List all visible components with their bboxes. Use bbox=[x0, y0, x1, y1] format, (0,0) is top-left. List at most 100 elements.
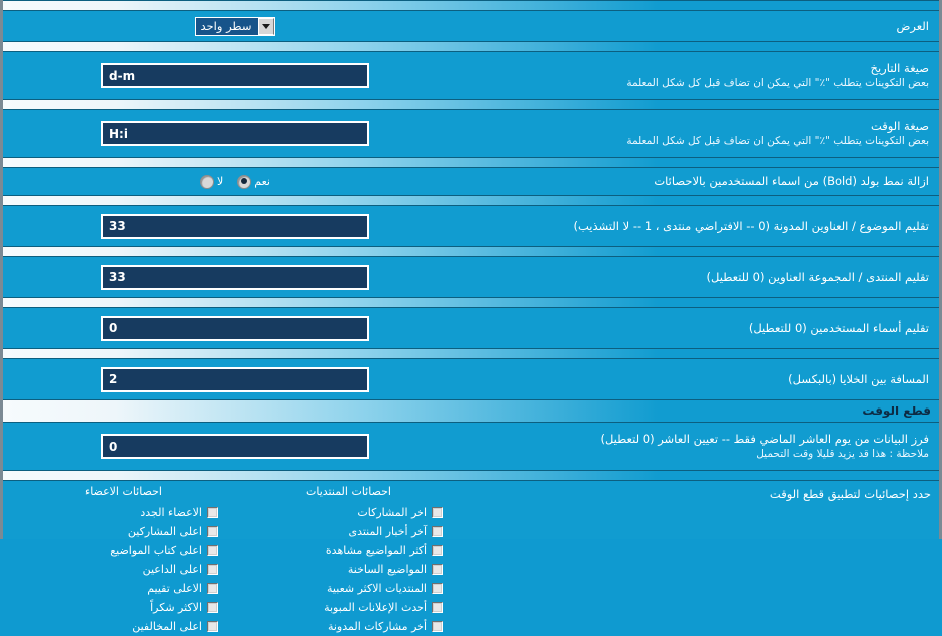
checkbox-row[interactable]: الاعضاء الجدد bbox=[11, 503, 236, 522]
cutoff-section-header: قطع الوقت bbox=[3, 399, 939, 423]
separator-8 bbox=[3, 470, 939, 481]
username-trim-input[interactable] bbox=[101, 315, 369, 341]
time-format-label: صيغة الوقت bbox=[870, 118, 929, 133]
checkbox-row[interactable]: أحدث الإعلانات المبوبة bbox=[236, 598, 461, 617]
cellspacing-control bbox=[11, 366, 459, 392]
checkbox-row[interactable]: اعلى المشاركين bbox=[11, 522, 236, 541]
checkbox-label: آخر أخبار المنتدى bbox=[348, 525, 427, 538]
separator-5 bbox=[3, 246, 939, 257]
checkbox-label: أحدث الإعلانات المبوبة bbox=[324, 601, 427, 614]
time-format-row: صيغة الوقت بعض التكوينات يتطلب "٪" التي … bbox=[3, 110, 939, 157]
checkbox-icon[interactable] bbox=[432, 507, 443, 518]
display-mode-select[interactable]: سطر واحد bbox=[194, 16, 276, 36]
stats-section: حدد إحصائيات لتطبيق قطع الوقت احصائات ال… bbox=[3, 481, 939, 636]
topic-trim-labels: تقليم الموضوع / العناوين المدونة (0 -- ا… bbox=[459, 218, 931, 235]
checkbox-row[interactable]: الاعلى تقييم bbox=[11, 579, 236, 598]
checkbox-label: اعلى المخالفين bbox=[132, 620, 202, 633]
remove-bold-label: ازالة نمط بولد (Bold) من اسماء المستخدمي… bbox=[654, 174, 929, 189]
checkbox-icon[interactable] bbox=[432, 526, 443, 537]
stats-column-members: احصائات الاعضاء الاعضاء الجدد اعلى المشا… bbox=[11, 485, 236, 636]
checkbox-label: الاعضاء الجدد bbox=[140, 506, 202, 519]
display-row-label: العرض bbox=[896, 18, 930, 33]
date-format-label: صيغة التاريخ bbox=[870, 60, 929, 75]
checkbox-icon[interactable] bbox=[432, 621, 443, 632]
remove-bold-radio-group: نعم لا bbox=[200, 174, 270, 189]
date-format-input[interactable] bbox=[101, 63, 369, 88]
separator-3 bbox=[3, 157, 939, 168]
time-format-input[interactable] bbox=[101, 121, 369, 146]
checkbox-label: اعلى الداعين bbox=[142, 563, 202, 576]
checkbox-row[interactable]: أخر مشاركات المدونة bbox=[236, 617, 461, 636]
checkbox-icon[interactable] bbox=[207, 564, 218, 575]
forum-trim-control bbox=[11, 264, 459, 290]
checkbox-row[interactable]: اعلى المخالفين bbox=[11, 617, 236, 636]
stats-column-members-title: احصائات الاعضاء bbox=[85, 485, 162, 498]
cellspacing-input[interactable] bbox=[101, 366, 369, 392]
checkbox-icon[interactable] bbox=[432, 564, 443, 575]
stats-section-heading: حدد إحصائيات لتطبيق قطع الوقت bbox=[769, 487, 931, 501]
time-format-hint: بعض التكوينات يتطلب "٪" التي يمكن ان تضا… bbox=[626, 135, 929, 148]
cutoff-section-title: قطع الوقت bbox=[862, 404, 931, 418]
remove-bold-radio-yes[interactable]: نعم bbox=[237, 174, 270, 189]
checkbox-icon[interactable] bbox=[207, 583, 218, 594]
cutoff-row: فرز البيانات من يوم العاشر الماضي فقط --… bbox=[3, 423, 939, 470]
remove-bold-radio-no-label: لا bbox=[217, 175, 224, 188]
checkbox-row[interactable]: اخر المشاركات bbox=[236, 503, 461, 522]
display-row-labels: العرض bbox=[459, 18, 931, 35]
cellspacing-labels: المسافة بين الخلايا (بالبكسل) bbox=[459, 371, 931, 388]
checkbox-row[interactable]: الاكثر شكراً bbox=[11, 598, 236, 617]
separator-6 bbox=[3, 297, 939, 308]
forum-trim-label: تقليم المنتدى / المجموعة العناوين (0 للت… bbox=[706, 269, 929, 284]
display-mode-select-value: سطر واحد bbox=[200, 18, 252, 33]
checkbox-icon[interactable] bbox=[207, 602, 218, 613]
remove-bold-control: نعم لا bbox=[11, 174, 459, 189]
checkbox-icon[interactable] bbox=[432, 583, 443, 594]
checkbox-icon[interactable] bbox=[207, 621, 218, 632]
radio-unselected-icon[interactable] bbox=[200, 174, 215, 189]
stats-column-forums-title: احصائات المنتديات bbox=[306, 485, 391, 498]
username-trim-row: تقليم أسماء المستخدمين (0 للتعطيل) bbox=[3, 308, 939, 348]
checkbox-row[interactable]: اعلى الداعين bbox=[11, 560, 236, 579]
stats-column-forums: احصائات المنتديات اخر المشاركات آخر أخبا… bbox=[236, 485, 461, 636]
topic-trim-label: تقليم الموضوع / العناوين المدونة (0 -- ا… bbox=[573, 218, 929, 233]
remove-bold-radio-no[interactable]: لا bbox=[200, 174, 224, 189]
checkbox-row[interactable]: المنتديات الاكثر شعبية bbox=[236, 579, 461, 598]
checkbox-row[interactable]: أكثر المواضيع مشاهدة bbox=[236, 541, 461, 560]
checkbox-label: أكثر المواضيع مشاهدة bbox=[325, 544, 427, 557]
time-format-labels: صيغة الوقت بعض التكوينات يتطلب "٪" التي … bbox=[459, 118, 931, 150]
checkbox-label: الاكثر شكراً bbox=[150, 601, 202, 614]
chevron-down-icon[interactable] bbox=[258, 17, 275, 35]
cutoff-labels: فرز البيانات من يوم العاشر الماضي فقط --… bbox=[459, 431, 931, 463]
checkbox-row[interactable]: آخر أخبار المنتدى bbox=[236, 522, 461, 541]
date-format-labels: صيغة التاريخ بعض التكوينات يتطلب "٪" الت… bbox=[459, 60, 931, 92]
checkbox-icon[interactable] bbox=[207, 507, 218, 518]
cellspacing-row: المسافة بين الخلايا (بالبكسل) bbox=[3, 359, 939, 399]
separator-4 bbox=[3, 195, 939, 206]
checkbox-icon[interactable] bbox=[207, 545, 218, 556]
separator-1 bbox=[3, 41, 939, 52]
username-trim-label: تقليم أسماء المستخدمين (0 للتعطيل) bbox=[748, 320, 929, 335]
cutoff-input[interactable] bbox=[101, 434, 369, 459]
cellspacing-label: المسافة بين الخلايا (بالبكسل) bbox=[788, 371, 929, 386]
separator-7 bbox=[3, 348, 939, 359]
topic-trim-row: تقليم الموضوع / العناوين المدونة (0 -- ا… bbox=[3, 206, 939, 246]
topic-trim-control bbox=[11, 213, 459, 239]
checkbox-icon[interactable] bbox=[207, 526, 218, 537]
time-format-control bbox=[11, 121, 459, 146]
checkbox-label: اخر المشاركات bbox=[357, 506, 427, 519]
forum-trim-input[interactable] bbox=[101, 264, 369, 290]
checkbox-icon[interactable] bbox=[432, 545, 443, 556]
display-row-control: سطر واحد bbox=[11, 16, 459, 36]
checkbox-row[interactable]: اعلى كتاب المواضيع bbox=[11, 541, 236, 560]
display-row: العرض سطر واحد bbox=[3, 11, 939, 41]
checkbox-row[interactable]: المواضيع الساخنة bbox=[236, 560, 461, 579]
cutoff-label: فرز البيانات من يوم العاشر الماضي فقط --… bbox=[600, 431, 929, 446]
checkbox-label: اعلى المشاركين bbox=[127, 525, 202, 538]
radio-selected-icon[interactable] bbox=[237, 174, 252, 189]
topic-trim-input[interactable] bbox=[101, 213, 369, 239]
checkbox-label: المواضيع الساخنة bbox=[347, 563, 427, 576]
remove-bold-labels: ازالة نمط بولد (Bold) من اسماء المستخدمي… bbox=[459, 173, 931, 190]
date-format-control bbox=[11, 63, 459, 88]
checkbox-icon[interactable] bbox=[432, 602, 443, 613]
checkbox-label: اعلى كتاب المواضيع bbox=[110, 544, 202, 557]
